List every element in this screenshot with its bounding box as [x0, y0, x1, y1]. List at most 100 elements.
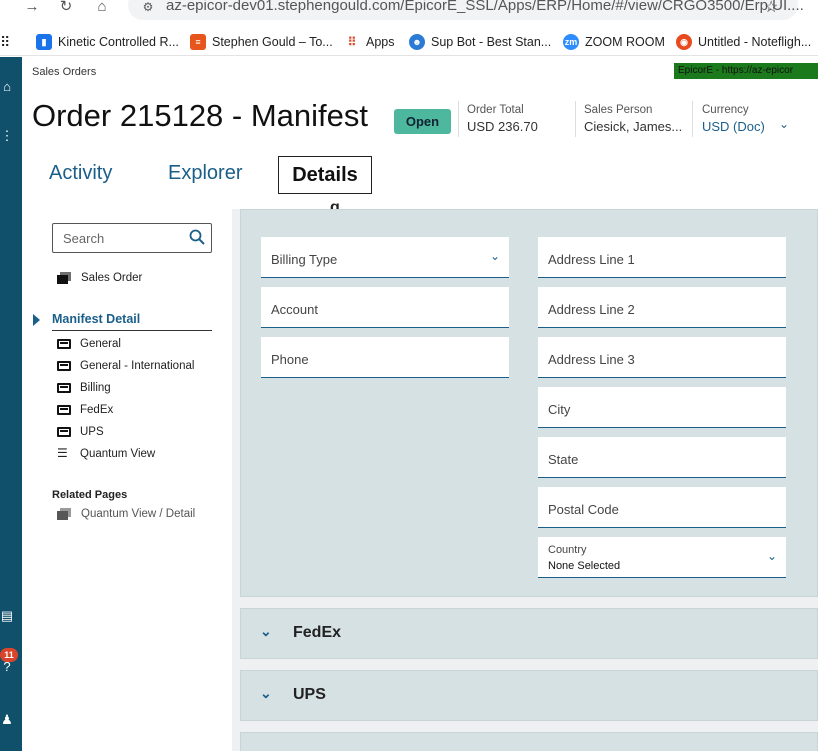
order-total: Order Total USD 236.70	[467, 104, 538, 134]
environment-tag: EpicorE - https://az-epicor	[674, 63, 818, 79]
search-input[interactable]: Search	[52, 223, 212, 253]
tab-activity[interactable]: Activity	[49, 162, 112, 185]
field-label: Address Line 1	[548, 252, 635, 267]
phone-field[interactable]: Phone	[261, 337, 509, 378]
sidebar-item-general[interactable]: General	[57, 338, 121, 350]
state-field[interactable]: State	[538, 437, 786, 478]
field-label: Country	[548, 544, 587, 556]
status-badge: Open	[394, 109, 451, 134]
address-line-1-field[interactable]: Address Line 1	[538, 237, 786, 278]
related-item-quantum-view-detail[interactable]: Quantum View / Detail	[57, 508, 195, 520]
sidebar-item-label: Quantum View	[80, 448, 156, 460]
field-label: Address Line 3	[548, 352, 635, 367]
reload-icon[interactable]: ↻	[56, 0, 76, 18]
field-label: Address Line 2	[548, 302, 635, 317]
bookmark-icon: ▮	[36, 34, 52, 50]
bookmark-zoom-room[interactable]: zm ZOOM ROOM	[563, 33, 665, 51]
forward-icon[interactable]: →	[22, 0, 42, 18]
search-placeholder: Search	[63, 231, 105, 246]
notification-badge: 11	[0, 648, 18, 662]
order-total-value: USD 236.70	[467, 119, 538, 134]
tab-explorer[interactable]: Explorer	[168, 162, 242, 185]
stack-icon: ≡	[190, 34, 206, 50]
app-rail: ⌂ ⋮ ▤ ? ♟	[0, 57, 22, 751]
notifications-icon[interactable]: ♟	[0, 713, 14, 727]
sidebar-item-label: General - International	[80, 360, 195, 372]
bookmark-apps[interactable]: ⠿ Apps	[344, 33, 395, 51]
billing-type-select[interactable]: Billing Type ⌄	[261, 237, 509, 278]
star-icon[interactable]: ☆	[764, 0, 778, 17]
divider	[575, 101, 576, 137]
related-item-label: Quantum View / Detail	[81, 508, 196, 520]
tab-details[interactable]: Details	[278, 156, 372, 194]
breadcrumb[interactable]: Sales Orders	[32, 66, 96, 78]
apps-grid-icon[interactable]: ⠿	[0, 33, 10, 51]
country-value: None Selected	[548, 560, 621, 572]
bookmark-sup-bot[interactable]: ☻ Sup Bot - Best Stan...	[409, 33, 551, 51]
sidebar-item-label: Sales Order	[81, 272, 143, 284]
address-line-2-field[interactable]: Address Line 2	[538, 287, 786, 328]
more-vertical-icon[interactable]: ⋮	[0, 129, 14, 143]
sales-person-value: Ciesick, James...	[584, 119, 683, 134]
field-label: City	[548, 402, 571, 417]
chevron-down-icon[interactable]: ⌄	[490, 249, 500, 263]
bookmark-label: Apps	[366, 35, 395, 49]
home-icon[interactable]: ⌂	[0, 80, 14, 94]
help-icon[interactable]: ?	[0, 660, 14, 674]
country-select[interactable]: Country None Selected ⌄	[538, 537, 786, 578]
sidebar-item-ups[interactable]: UPS	[57, 426, 104, 438]
sidebar-item-label: Billing	[80, 382, 111, 394]
divider	[458, 101, 459, 137]
sidebar-item-label: General	[80, 338, 121, 350]
panel-title: UPS	[293, 686, 326, 703]
sidebar-item-sales-order[interactable]: Sales Order	[57, 272, 142, 284]
url-text[interactable]: az-epicor-dev01.stephengould.com/EpicorE…	[166, 0, 804, 14]
caret-right-icon	[33, 314, 40, 326]
panel-title: FedEx	[293, 624, 342, 641]
noteflight-icon: ◉	[676, 34, 692, 50]
search-icon[interactable]	[189, 229, 205, 245]
chevron-down-icon[interactable]: ⌄	[260, 685, 272, 702]
sidebar-item-billing[interactable]: Billing	[57, 382, 111, 394]
divider	[692, 101, 693, 137]
bookmark-noteflight[interactable]: ◉ Untitled - Notefligh...	[676, 33, 811, 51]
pages-icon	[57, 508, 72, 520]
currency-label: Currency	[702, 104, 749, 116]
field-label: Postal Code	[548, 502, 619, 517]
next-panel[interactable]	[240, 732, 818, 751]
related-pages-heading: Related Pages	[52, 489, 128, 501]
sidebar-item-label: UPS	[80, 426, 104, 438]
sidebar-item-general-international[interactable]: General - International	[57, 360, 194, 372]
bookmark-stephen-gould[interactable]: ≡ Stephen Gould – To...	[190, 33, 333, 51]
currency-value[interactable]: USD (Doc)	[702, 119, 765, 134]
sidebar-item-quantum-view[interactable]: ☰ Quantum View	[57, 447, 156, 460]
bookmark-label: Stephen Gould – To...	[212, 35, 333, 49]
sidebar-item-label: FedEx	[80, 404, 114, 416]
sidebar-item-fedex[interactable]: FedEx	[57, 404, 113, 416]
page-title: Order 215128 - Manifest	[32, 98, 369, 133]
site-info-icon[interactable]: ⚙	[138, 0, 158, 18]
chevron-down-icon[interactable]: ⌄	[260, 623, 272, 640]
bookmark-kinetic[interactable]: ▮ Kinetic Controlled R...	[36, 33, 179, 51]
address-line-3-field[interactable]: Address Line 3	[538, 337, 786, 378]
pages-icon	[57, 272, 72, 284]
bot-icon: ☻	[409, 34, 425, 50]
postal-code-field[interactable]: Postal Code	[538, 487, 786, 528]
fedex-panel[interactable]: ⌄ FedEx	[240, 608, 818, 659]
account-field[interactable]: Account	[261, 287, 509, 328]
chat-icon[interactable]: ▤	[0, 609, 14, 623]
chevron-down-icon[interactable]: ⌄	[779, 117, 789, 131]
bookmark-label: Untitled - Notefligh...	[698, 35, 812, 49]
card-icon	[57, 361, 71, 371]
card-icon	[57, 405, 71, 415]
order-total-label: Order Total	[467, 104, 524, 116]
card-icon	[57, 383, 71, 393]
home-icon[interactable]: ⌂	[92, 0, 112, 18]
bookmark-label: Sup Bot - Best Stan...	[431, 35, 552, 49]
ups-panel[interactable]: ⌄ UPS	[240, 670, 818, 721]
chevron-down-icon[interactable]: ⌄	[767, 549, 777, 563]
currency[interactable]: Currency USD (Doc)	[702, 104, 765, 134]
city-field[interactable]: City	[538, 387, 786, 428]
field-label: Phone	[271, 352, 309, 367]
sidebar-section-manifest-detail[interactable]: Manifest Detail	[52, 312, 212, 331]
